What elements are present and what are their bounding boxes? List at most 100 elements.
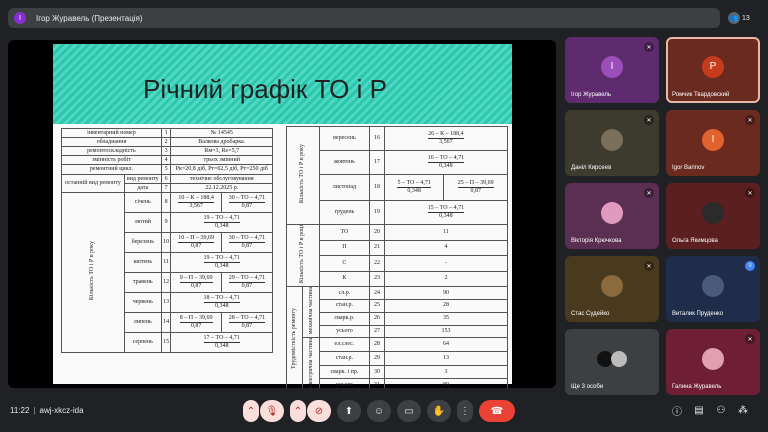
participant-tile[interactable]: Виталик Пруденко ≡ [666,256,760,322]
table-cell: 17 [369,150,385,175]
participant-tile[interactable]: І Ігор Журавель ✕ [565,37,659,103]
participant-name: Igor Barinov [672,165,705,171]
slide-document: інвентарний номер 1 № 14545 обладнання 2 Валк… [53,124,512,388]
table-row: П 21 4 [287,239,509,257]
participants-indicator[interactable]: 👥 13 [728,8,750,28]
table-cell: П [318,239,371,257]
camera-off-icon: ⊘ [314,405,324,417]
leave-call-button[interactable]: ☎ [479,400,515,422]
table-row: стан.р. 29 13 [287,351,509,366]
info-icon[interactable]: ⓘ [671,404,683,418]
speaking-icon: ≡ [745,261,755,271]
table-cell: 26 [369,311,385,326]
table-cell: ремонтоскладність [61,146,162,156]
table-cell: 22.12.2025 р. [170,183,273,193]
participant-tile[interactable]: Ще 3 особи [565,329,659,395]
table-cell: вид ремонту [123,174,162,184]
people-icon[interactable]: ⚇ [715,404,727,416]
table-cell: 11 [160,252,172,273]
avatar [601,128,623,151]
participant-name: Виталик Пруденко [672,311,724,317]
table-cell: 9 – П – 39,69 0,87 [170,272,222,293]
table-cell: 13 [160,292,172,313]
more-vert-icon: ⋮ [460,405,470,417]
camera-options-button[interactable]: ⌃ [290,400,306,422]
participant-tile[interactable]: Даніл Кирсеев ✕ [565,110,659,176]
avatar [595,348,629,370]
table-row: сварк. і пр. 30 3 [287,364,509,380]
table-cell: усього [318,378,371,388]
schedule-table-right: Кількість ТО і Р в року вересень 16 26 – К … [285,126,509,388]
raise-hand-button[interactable]: ✋ [427,400,451,422]
avatar [601,274,623,297]
table-cell: вересень [318,126,371,151]
table-cell: 15 – ТО – 4,71 0,348 [383,200,509,225]
mic-off-icon: ✕ [745,188,755,198]
participant-tile[interactable]: Вікторія Крючкова ✕ [565,183,659,249]
table-cell: 16 – ТО – 4,71 0,348 [383,150,509,175]
presentation-stage: Річний графік ТО і Р інвентарний номер 1 №… [8,40,556,388]
meeting-info: 11:22 | awj-xkcz-ida [10,406,84,415]
captions-icon: ▭ [404,405,414,417]
table-cell: 22 [369,255,385,272]
table-cell: обладнання [61,137,162,147]
mic-options-button[interactable]: ⌃ [243,400,259,422]
table-cell: 9 [160,212,172,233]
table-cell: К [318,270,371,288]
table-cell: 18 – ТО – 4,71 0,348 [170,292,273,313]
table-cell: 7 [160,183,172,193]
table-row: усього 27 153 [287,324,509,339]
side-panel-controls: ⓘ ▤ ⚇ ⁂ [671,404,749,418]
mic-off-icon: 🎙 [265,405,279,417]
table-cell: С [318,255,371,272]
table-cell: 18 [369,174,385,201]
participant-tile[interactable]: Стас Судейко ✕ [565,256,659,322]
table-cell: 14 [160,312,172,333]
mic-off-icon: ✕ [644,115,654,125]
table-cell: 23 [369,270,385,288]
participant-tile[interactable]: Р Ромчик Твардовский [666,37,760,103]
present-button[interactable]: ⬆ [337,400,361,422]
table-cell: 10 [160,232,172,253]
more-options-button[interactable]: ⋮ [457,400,473,422]
camera-toggle-button[interactable]: ⊘ [307,400,331,422]
table-row: останній вид ремонту вид ремонту 6 технічне… [61,174,273,193]
table-cell: 11 [383,224,509,241]
emoji-button[interactable]: ☺ [367,400,391,422]
mic-toggle-button[interactable]: 🎙 [260,400,284,422]
table-cell: останній вид ремонту [61,174,125,193]
table-row: листопад 18 5 – ТО – 4,71 0,348 25 – П – 39,… [287,174,508,201]
mic-off-icon: ✕ [644,42,654,52]
participant-tile[interactable]: I Igor Barinov ✕ [666,110,760,176]
table-cell: 8 [160,192,172,213]
table-cell: Rм=3, Re=5,7 [170,146,273,156]
chat-icon[interactable]: ▤ [693,404,705,416]
mic-off-icon: ✕ [745,334,755,344]
participant-tile[interactable]: Галина Журавель ✕ [666,329,760,395]
participant-name: Ольга Якимцова [672,238,718,244]
vertical-label: Кількість ТО і Р в році [299,225,306,284]
table-row: електрична частина ел.слес. 28 64 [287,337,509,388]
captions-button[interactable]: ▭ [397,400,421,422]
table-cell: жовтень [318,150,371,175]
table-cell: стан.р. [318,351,371,366]
table-cell: Кількість ТО і Р в року [286,126,320,225]
table-cell: технічне обслуговування [170,174,273,184]
participant-name: Галина Журавель [672,384,722,390]
table-row: Трудомісткість ремонту механічна частина с… [285,286,509,388]
table-cell: 30 – ТО – 4,71 0,87 [220,232,274,253]
table-cell: 29 – ТО – 4,71 0,87 [220,272,274,293]
table-cell: Трудомісткість ремонту [285,286,304,388]
table-row: жовтень 17 16 – ТО – 4,71 0,348 [287,150,509,175]
meeting-code: awj-xkcz-ida [39,406,84,415]
avatar: Р [702,55,724,78]
participant-tile[interactable]: Ольга Якимцова ✕ [666,183,760,249]
avatar [702,274,724,297]
call-controls: ⌃ 🎙 ⌃ ⊘ ⬆ ☺ ▭ ✋ ⋮ ☎ [243,400,515,422]
activities-icon[interactable]: ⁂ [737,404,749,416]
presentation-bar: І Ігор Журавель (Презентація) [8,8,720,28]
table-cell: травень [123,272,162,293]
table-cell: лютий [123,212,162,233]
table-row: Кількість ТО і Р в році ТО 20 11 [286,223,509,288]
avatar: І [601,55,623,78]
